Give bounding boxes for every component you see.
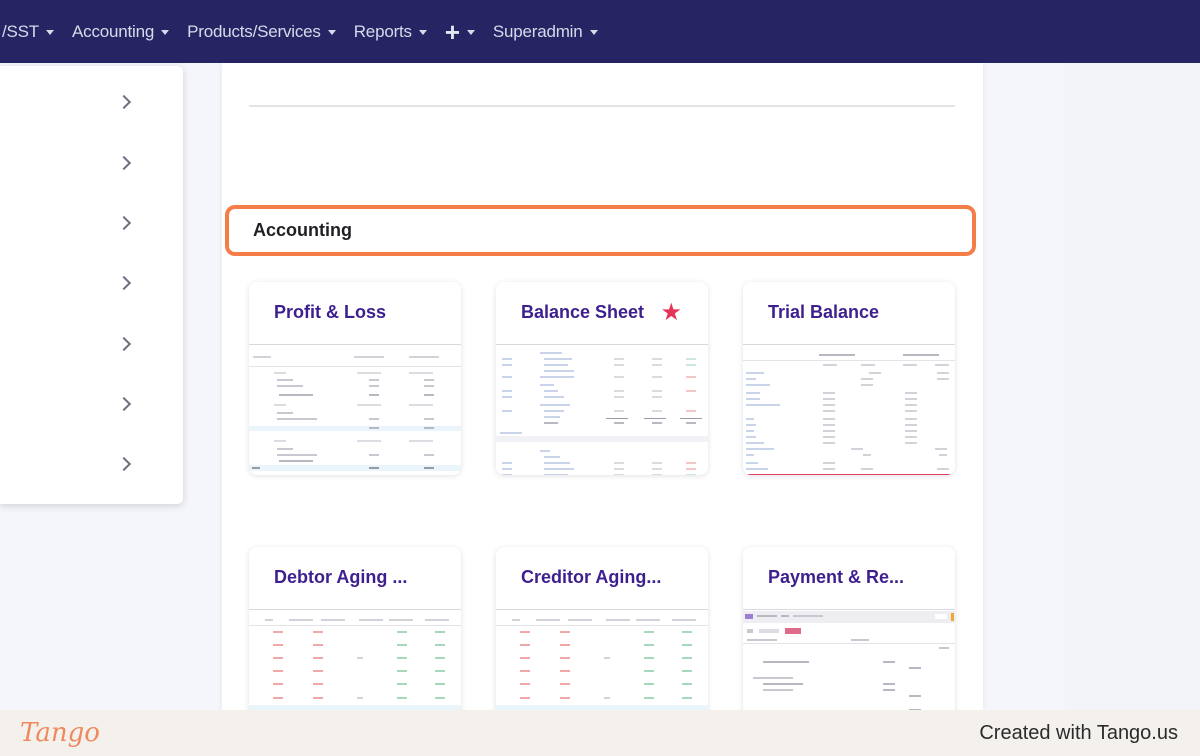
caret-down-icon <box>161 30 170 35</box>
nav-item-sst[interactable]: /SST <box>2 22 54 42</box>
nav-label: Superadmin <box>492 21 583 41</box>
chevron-right-icon[interactable] <box>116 215 132 231</box>
report-card-balance-sheet[interactable]: Balance Sheet ★ <box>496 282 708 475</box>
section-title: Accounting <box>253 220 352 240</box>
card-title: Profit & Loss <box>274 302 387 322</box>
caret-down-icon <box>327 30 336 35</box>
report-preview-thumbnail <box>496 346 708 475</box>
divider <box>496 344 708 345</box>
nav-item-add[interactable]: + <box>444 16 475 47</box>
divider <box>249 609 461 610</box>
card-title: Creditor Aging... <box>521 567 662 587</box>
nav-label: /SST <box>2 21 39 41</box>
nav-label: Accounting <box>72 21 155 41</box>
card-title: Trial Balance <box>768 302 880 322</box>
star-icon[interactable]: ★ <box>660 298 682 328</box>
report-card-profit-loss[interactable]: Profit & Loss <box>249 282 461 475</box>
dropdown-side-panel <box>0 66 183 504</box>
card-title: Debtor Aging ... <box>274 567 408 587</box>
chevron-right-icon[interactable] <box>116 94 132 110</box>
report-preview-thumbnail <box>249 611 461 710</box>
divider <box>496 609 708 610</box>
created-with-text: Created with Tango.us <box>979 722 1178 744</box>
tango-logo: Tango <box>20 718 100 748</box>
caret-down-icon <box>466 30 475 35</box>
nav-item-superadmin[interactable]: Superadmin <box>493 22 598 42</box>
card-title: Balance Sheet <box>521 302 645 322</box>
caret-down-icon <box>589 30 598 35</box>
section-header-highlight[interactable]: Accounting <box>225 205 976 256</box>
report-preview-thumbnail <box>249 346 461 475</box>
report-preview-thumbnail <box>743 611 955 710</box>
caret-down-icon <box>418 30 427 35</box>
chevron-right-icon[interactable] <box>116 396 132 412</box>
report-preview-thumbnail <box>496 611 708 710</box>
report-card-debtor-aging[interactable]: Debtor Aging ... <box>249 547 461 710</box>
nav-item-accounting[interactable]: Accounting <box>72 21 170 42</box>
divider <box>743 344 955 345</box>
nav-item-products-services[interactable]: Products/Services <box>187 22 336 42</box>
caret-down-icon <box>46 30 54 35</box>
right-gutter <box>1065 63 1200 710</box>
report-card-creditor-aging[interactable]: Creditor Aging... <box>496 547 708 710</box>
chevron-right-icon[interactable] <box>116 336 132 352</box>
report-preview-thumbnail <box>743 346 955 475</box>
divider <box>743 609 955 610</box>
report-card-trial-balance[interactable]: Trial Balance <box>743 282 955 475</box>
chevron-right-icon[interactable] <box>116 155 132 171</box>
nav-label: Products/Services <box>187 21 321 41</box>
plus-icon: + <box>444 16 460 47</box>
chevron-right-icon[interactable] <box>116 456 132 472</box>
report-card-payment-receipt[interactable]: Payment & Re... <box>743 547 955 710</box>
nav-label: Reports <box>353 21 412 41</box>
divider <box>249 105 955 107</box>
chevron-right-icon[interactable] <box>116 275 132 291</box>
main-panel: Accounting Profit & Loss Balance Sheet ★… <box>222 63 983 710</box>
nav-item-reports[interactable]: Reports <box>354 22 427 42</box>
tango-footer: Tango Created with Tango.us <box>0 710 1200 756</box>
card-title: Payment & Re... <box>768 567 905 587</box>
divider <box>249 344 461 345</box>
top-navigation: /SST Accounting Products/Services Report… <box>0 0 1200 63</box>
